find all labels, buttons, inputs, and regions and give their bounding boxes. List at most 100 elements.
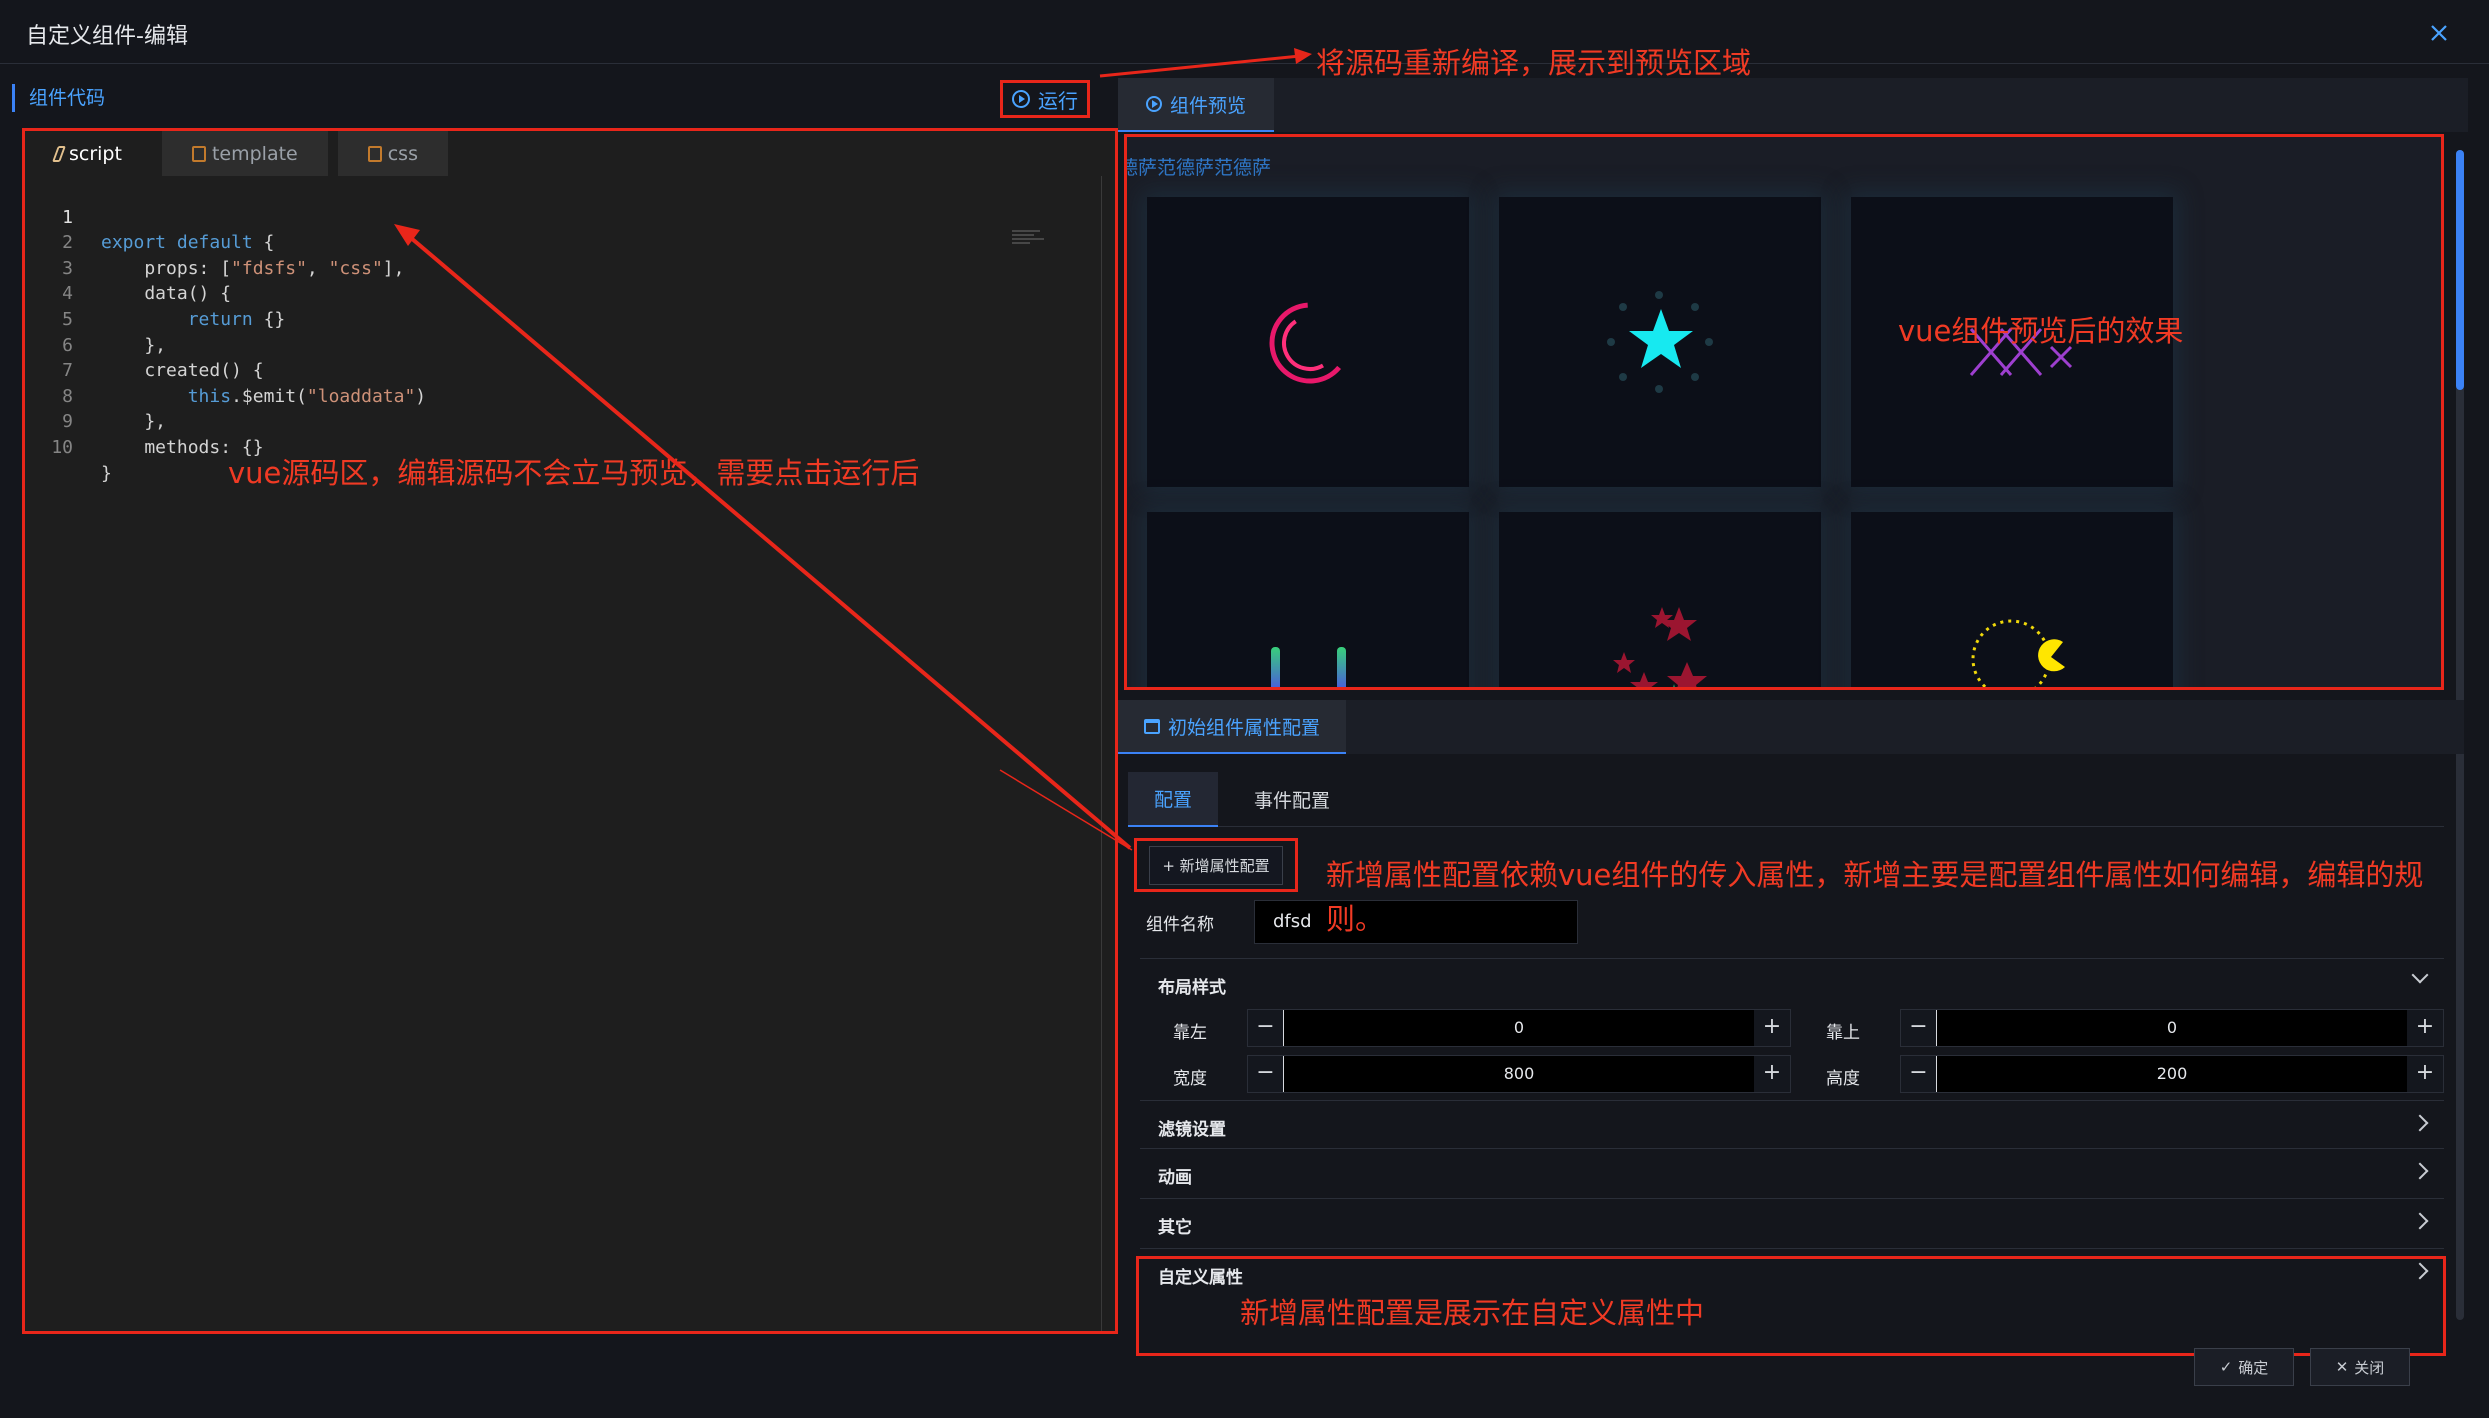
code-line: 1 export default { [25,179,1025,254]
spinner-icon [1269,302,1351,384]
loader-tile-star [1499,197,1821,487]
close-label: 关闭 [2354,1358,2385,1377]
right-scrollbar-thumb[interactable] [2456,150,2464,390]
tab-config[interactable]: 配置 [1128,772,1219,827]
loader-tile-stars [1499,512,1821,687]
increment-button[interactable]: + [1754,1010,1790,1046]
decrement-button[interactable]: − [1901,1010,1937,1046]
tab-label: template [211,142,298,165]
annotation-run: 将源码重新编译，展示到预览区域 [1316,46,1752,80]
chevron-right-icon [2411,1162,2429,1180]
stepper-value[interactable]: 800 [1284,1056,1754,1092]
increment-button[interactable]: + [2407,1010,2443,1046]
config-tabbar: 初始组件属性配置 [1118,700,2464,754]
annotation-add-line1: 新增属性配置依赖vue组件的传入属性，新增主要是配置组件属性如何编辑，编辑的规 [1326,858,2424,892]
code-line: 9 methods: {} [25,384,1025,458]
section-layout[interactable]: 布局样式 [1140,958,2444,1006]
code-line: 10 } [25,409,1025,484]
preview-text: 德萨范德萨范德萨 [1124,157,1272,179]
decrement-button[interactable]: − [1248,1010,1284,1046]
close-icon[interactable] [2424,18,2454,48]
width-label: 宽度 [1173,1069,1207,1089]
component-name-label: 组件名称 [1146,915,1214,935]
add-button-label: + 新增属性配置 [1149,845,1283,885]
left-offset-label: 靠左 [1173,1023,1207,1043]
confirm-button[interactable]: ✓ 确定 [2194,1348,2294,1386]
preview-area: 德萨范德萨范德萨 [1124,134,2444,690]
code-line: 8 }, [25,358,1025,433]
pencil-icon [52,145,66,162]
code-area[interactable]: 1 export default { 2 props: ["fdsfs", "c… [25,179,1115,1329]
width-stepper[interactable]: − 800 + [1247,1055,1791,1093]
close-icon: ✕ [2335,1358,2349,1376]
top-offset-label: 靠上 [1826,1023,1860,1043]
editor-minimap[interactable] [1010,229,1050,249]
tab-component-preview[interactable]: 组件预览 [1118,78,1275,132]
code-line: 2 props: ["fdsfs", "css"], [25,205,1025,279]
chevron-down-icon [2411,966,2429,984]
section-filter[interactable]: 滤镜设置 [1140,1100,2444,1148]
increment-button[interactable]: + [1754,1056,1790,1092]
component-edit-dialog: 自定义组件-编辑 组件代码 运行 script template css 1 e… [0,0,2489,1418]
close-button[interactable]: ✕ 关闭 [2310,1348,2410,1386]
height-label: 高度 [1826,1069,1860,1089]
annotation-add-line2: 则。 [1326,902,1385,936]
dialog-title: 自定义组件-编辑 [26,24,188,49]
loader-tile-spinner [1147,197,1469,487]
run-button[interactable]: 运行 [1000,80,1090,118]
tab-css[interactable]: css [337,131,448,176]
file-icon [191,145,206,162]
height-stepper[interactable]: − 200 + [1900,1055,2444,1093]
stepper-value[interactable]: 200 [1937,1056,2407,1092]
section-label: 布局样式 [1158,978,1226,998]
code-line: 6 created() { [25,307,1025,382]
code-line: 7 this.$emit("loaddata") [25,333,1025,407]
top-offset-stepper[interactable]: − 0 + [1900,1009,2444,1047]
chevron-right-icon [2411,1212,2429,1230]
line-number: 10 [51,436,73,458]
confirm-label: 确定 [2238,1358,2269,1377]
section-label: 其它 [1158,1218,1192,1238]
add-property-config-button[interactable]: + 新增属性配置 [1134,838,1298,892]
bars-icon [1271,647,1346,687]
decrement-button[interactable]: − [1248,1056,1284,1092]
component-name-input[interactable]: dfsd [1254,900,1578,944]
preview-tabbar: 组件预览 [1118,78,2468,132]
pacman-icon [1971,619,2065,687]
editor-scrollbar[interactable] [1101,176,1115,1331]
stepper-value[interactable]: 0 [1284,1010,1754,1046]
tab-event-config[interactable]: 事件配置 [1228,772,1356,827]
section-animation[interactable]: 动画 [1140,1148,2444,1196]
decrement-button[interactable]: − [1901,1056,1937,1092]
code-text: } [101,462,112,484]
tab-label: 初始组件属性配置 [1168,716,1321,739]
run-button-label: 运行 [1038,88,1078,113]
stepper-value[interactable]: 0 [1937,1010,2407,1046]
annotation-custom: 新增属性配置是展示在自定义属性中 [1240,1296,1705,1330]
tab-label: 组件预览 [1170,94,1247,117]
annotation-preview: vue组件预览后的效果 [1898,314,2184,348]
play-circle-icon [1012,90,1030,108]
stars-icon [1613,607,1707,687]
code-tabs: script template css [25,131,458,176]
code-editor-panel: script template css 1 export default { 2… [22,128,1118,1334]
section-label: 动画 [1158,1168,1192,1188]
tab-script[interactable]: script [25,131,152,176]
tab-label: script [69,142,122,165]
section-other[interactable]: 其它 [1140,1198,2444,1246]
dialog-titlebar: 自定义组件-编辑 [0,0,2489,64]
chevron-right-icon [2411,1114,2429,1132]
tab-template[interactable]: template [161,131,328,176]
loader-tile-bars [1147,512,1469,687]
loader-tile-pacman [1851,512,2173,687]
code-line: 5 }, [25,281,1025,356]
file-icon [367,145,382,162]
section-label: 滤镜设置 [1158,1120,1226,1140]
calendar-icon [1144,718,1160,734]
code-line: 3 data() { [25,230,1025,305]
left-offset-stepper[interactable]: − 0 + [1247,1009,1791,1047]
code-line: 4 return {} [25,256,1025,330]
increment-button[interactable]: + [2407,1056,2443,1092]
star-icon [1607,291,1713,393]
tab-initial-config[interactable]: 初始组件属性配置 [1118,700,1347,754]
